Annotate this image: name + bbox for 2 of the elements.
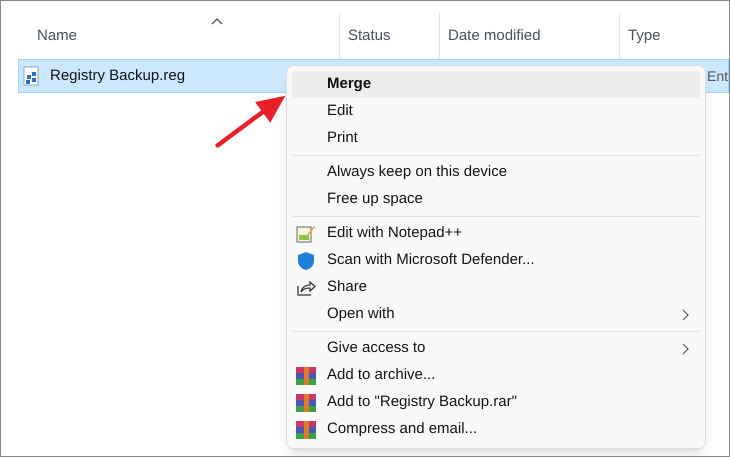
file-type: Ent	[706, 66, 728, 86]
file-name: Registry Backup.reg	[50, 66, 186, 86]
